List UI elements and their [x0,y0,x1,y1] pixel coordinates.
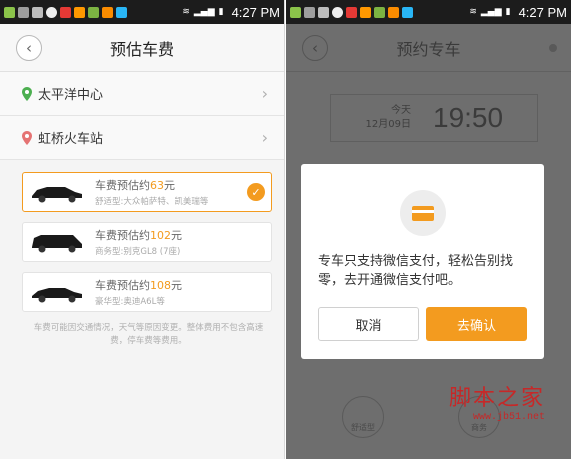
car-option-comfort[interactable]: 车费预估约63元 舒适型:大众帕萨特、凯美瑞等 ✓ [22,172,272,212]
title-bar: ‹ 预约专车 [286,24,571,72]
app-icon [402,6,413,18]
price-amount: 102 [150,229,171,242]
wifi-icon: ≋ [182,7,190,17]
app-badge-icon [346,6,357,18]
chevron-right-icon: › [261,84,268,103]
price-prefix: 车费预估约 [95,179,150,192]
time-picker[interactable]: 今天 12月09日 19:50 [330,94,538,142]
app-notify-icon [4,6,15,18]
red-pin-icon [22,130,32,145]
message-icon [332,6,343,18]
app-badge-icon [60,6,71,18]
app-icon [374,6,385,18]
green-pin-icon [22,86,32,101]
origin-label: 太平洋中心 [38,88,104,103]
signal-icon: ▂▄▆ [193,7,215,17]
status-bar: ≋ ▂▄▆ ▮ 4:27 PM [0,0,284,24]
price-unit: 元 [164,179,175,192]
signal-icon: ▂▄▆ [480,7,502,17]
confirm-button[interactable]: 去确认 [426,307,527,341]
app-icon [360,6,371,18]
van-car-icon [32,235,82,253]
price-amount: 108 [150,279,171,292]
origin-row[interactable]: 太平洋中心 › [0,72,284,116]
battery-icon: ▮ [505,7,511,17]
status-time: 4:27 PM [231,4,280,20]
time-label: 19:50 [433,102,504,133]
app-icon [102,6,113,18]
luxury-car-icon [32,288,82,303]
car-option-luxury[interactable]: 车费预估约108元 豪华型:奥迪A6L等 [22,272,272,312]
chevron-right-icon: › [261,128,268,147]
car-option-business[interactable]: 车费预估约102元 商务型:别克GL8 (7座) [22,222,272,262]
destination-row[interactable]: 虹桥火车站 › [0,116,284,160]
app-icon [388,6,399,18]
price-unit: 元 [171,279,182,292]
cancel-button[interactable]: 取消 [318,307,419,341]
wifi-icon: ≋ [469,7,477,17]
status-time: 4:27 PM [518,4,567,20]
sedan-car-icon [32,187,82,203]
usb-icon [318,6,329,18]
fare-estimate-screen: ≋ ▂▄▆ ▮ 4:27 PM ‹ 预估车费 太平洋中心 › 虹桥火车站 › 车… [0,0,285,459]
usb-icon [32,6,43,18]
date-label: 12月09日 [365,119,411,130]
option-label: 商务 [471,423,487,432]
car-description: 商务型:别克GL8 (7座) [95,247,181,257]
back-button[interactable]: ‹ [16,35,42,61]
day-label: 今天 [391,105,411,116]
site-watermark: 脚本之家 www.jb51.net [395,380,545,423]
price-prefix: 车费预估约 [95,229,150,242]
status-bar: ≋ ▂▄▆ ▮ 4:27 PM [286,0,571,24]
page-title: 预估车费 [109,39,174,59]
notification-icons [4,6,182,18]
wallet-card-icon [400,190,446,236]
car-description: 豪华型:奥迪A6L等 [95,297,165,307]
app-notify-icon [290,6,301,18]
settings-icon [304,6,315,18]
chevron-left-icon: ‹ [26,39,32,57]
dialog-message: 专车只支持微信支付，轻松告别找零，去开通微信支付吧。 [318,254,514,288]
comfort-option-button[interactable]: 舒适型 [342,396,384,438]
chevron-left-icon: ‹ [312,39,318,57]
menu-dot-icon[interactable] [549,44,557,52]
app-icon [88,6,99,18]
option-label: 舒适型 [351,423,375,432]
fare-footnote: 车费可能因交通情况，天气等原因变更。整体费用不包含高速费，停车费等费用。 [33,323,264,346]
price-amount: 63 [150,179,164,192]
watermark-url: www.jb51.net [472,412,545,423]
price-unit: 元 [171,229,182,242]
watermark-main: 脚本之家 [448,386,545,411]
back-button[interactable]: ‹ [302,35,328,61]
notification-icons [290,6,469,18]
price-prefix: 车费预估约 [95,279,150,292]
title-bar: ‹ 预估车费 [0,24,284,72]
battery-icon: ▮ [218,7,224,17]
app-icon [116,6,127,18]
app-icon [74,6,85,18]
car-description: 舒适型:大众帕萨特、凯美瑞等 [95,197,209,207]
settings-icon [18,6,29,18]
destination-label: 虹桥火车站 [38,132,104,147]
page-title: 预约专车 [396,39,461,59]
check-icon: ✓ [247,183,265,201]
message-icon [46,6,57,18]
payment-dialog: 专车只支持微信支付，轻松告别找零，去开通微信支付吧。 取消 去确认 [301,164,544,359]
